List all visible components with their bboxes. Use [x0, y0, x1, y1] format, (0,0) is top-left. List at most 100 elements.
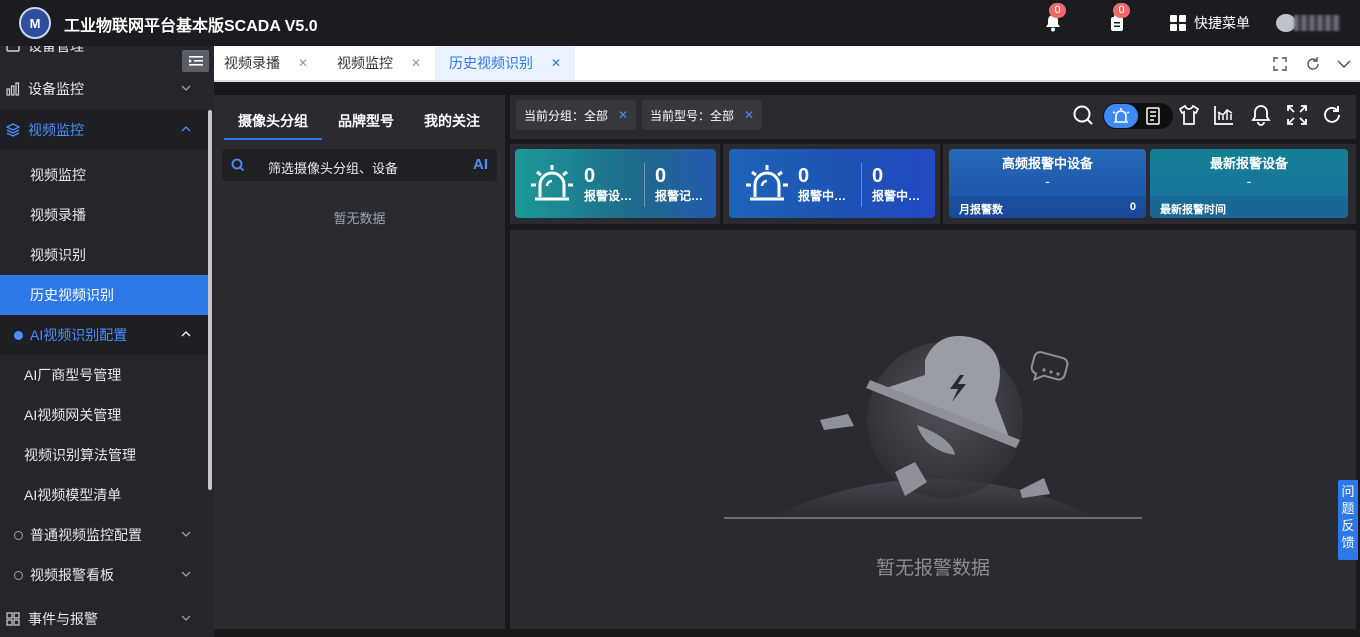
message-badge: 0 [1113, 3, 1130, 18]
alarming-count-2: 0 [872, 165, 884, 187]
tab-video-record[interactable]: 视频录播 ✕ [224, 46, 308, 80]
avatar[interactable] [1276, 14, 1296, 32]
line-chart-icon[interactable] [1213, 104, 1235, 126]
fullscreen-icon[interactable] [1272, 56, 1288, 72]
quick-menu-button[interactable]: 快捷菜单 [1170, 13, 1250, 33]
search-input[interactable]: 筛选摄像头分组、设备 AI [222, 149, 497, 181]
filter-chip-label: 当前型号：全部 [650, 108, 735, 123]
sidebar-item-algorithm[interactable]: 视频识别算法管理 [0, 435, 209, 475]
chevron-down-icon [181, 531, 191, 537]
tab-history-recognition[interactable]: 历史视频识别 ✕ [435, 46, 576, 80]
card-footer: 月报警数 0 [949, 196, 1146, 218]
grid-icon [1170, 15, 1186, 31]
sidebar-item-ai-model-list[interactable]: AI视频模型清单 [0, 475, 209, 515]
chevron-down-icon [181, 571, 191, 577]
sidebar-item-label: AI视频网关管理 [24, 407, 122, 423]
quick-menu-label: 快捷菜单 [1194, 15, 1250, 31]
message-button[interactable]: 0 [1107, 3, 1130, 34]
sidebar-item-history-recognition[interactable]: 历史视频识别 [0, 275, 209, 315]
search-icon[interactable] [1072, 104, 1094, 126]
sidebar-item-device-monitor[interactable]: 设备监控 [0, 69, 209, 109]
view-toggle[interactable] [1103, 103, 1173, 129]
alarming-card: 0 报警中… 0 报警中… [729, 149, 935, 218]
sidebar-item-normal-video-config[interactable]: 普通视频监控配置 [0, 515, 209, 555]
alarm-list-panel: 暂无报警数据 [510, 230, 1356, 629]
notification-bell-button[interactable]: 0 [1043, 3, 1066, 34]
sidebar-item-video-alarm-board[interactable]: 视频报警看板 [0, 555, 209, 595]
bar-chart-icon [6, 82, 20, 96]
tab-camera-group[interactable]: 摄像头分组 [238, 111, 308, 131]
chevron-down-icon[interactable] [1336, 56, 1352, 72]
sidebar-item-event-alarm[interactable]: 事件与报警 [0, 599, 209, 637]
ai-search-button[interactable]: AI [473, 156, 488, 173]
close-icon[interactable]: ✕ [618, 108, 628, 122]
dot-icon [14, 331, 23, 340]
sidebar-item-video-monitor[interactable]: 视频监控 [0, 110, 209, 150]
chevron-down-icon [181, 615, 191, 621]
document-icon[interactable] [1145, 107, 1163, 125]
search-icon [231, 158, 245, 172]
sidebar-item-video-recognition[interactable]: 视频识别 [0, 235, 209, 275]
alarm-view-button[interactable] [1104, 104, 1138, 128]
sidebar-item-label: 视频识别 [30, 247, 86, 263]
tab-label: 视频录播 [224, 55, 280, 71]
sidebar-item-label: 设备管理 [28, 46, 84, 54]
layers-icon [6, 123, 20, 137]
close-icon[interactable]: ✕ [411, 56, 421, 70]
sidebar-item-label: AI视频识别配置 [30, 327, 128, 343]
filter-chip-model[interactable]: 当前型号：全部 ✕ [642, 100, 763, 130]
footer-label: 月报警数 [959, 204, 1003, 216]
tab-video-monitor[interactable]: 视频监控 ✕ [337, 46, 421, 80]
feedback-button[interactable]: 问题反馈 [1338, 480, 1358, 560]
chevron-down-icon [181, 85, 191, 91]
alarm-light-icon [1112, 108, 1130, 123]
latest-alarm-card: 最新报警设备 - 最新报警时间 [1150, 149, 1348, 218]
notification-badge: 0 [1049, 3, 1066, 18]
sidebar-item-label: 设备监控 [28, 81, 84, 97]
card-title: 最新报警设备 [1209, 156, 1288, 171]
dot-icon [14, 531, 23, 540]
close-icon[interactable]: ✕ [298, 56, 308, 70]
bell-icon[interactable] [1250, 104, 1272, 126]
close-icon[interactable]: ✕ [551, 56, 561, 70]
sidebar-item-device-management[interactable]: 设备管理 [0, 46, 209, 66]
empty-alarm-illustration [724, 335, 1142, 519]
device-icon [6, 46, 20, 52]
sidebar-scrollbar[interactable] [208, 110, 212, 490]
divider [861, 163, 862, 207]
expand-icon[interactable] [1286, 104, 1308, 126]
alarm-device-count: 0 [584, 165, 596, 187]
footer-label: 最新报警时间 [1160, 204, 1226, 216]
filter-chip-group[interactable]: 当前分组：全部 ✕ [516, 100, 637, 130]
shirt-icon[interactable] [1178, 104, 1200, 126]
tab-brand-model[interactable]: 品牌型号 [338, 111, 394, 131]
sidebar-item-ai-vendor[interactable]: AI厂商型号管理 [0, 355, 209, 395]
card-footer: 最新报警时间 [1150, 196, 1348, 218]
alarm-device-label: 报警设… [584, 189, 633, 203]
filter-chip-label: 当前分组：全部 [524, 108, 609, 123]
sidebar-item-video-monitor-sub[interactable]: 视频监控 [0, 155, 209, 195]
card-value: - [1246, 173, 1252, 189]
sidebar-item-label: AI视频模型清单 [24, 487, 122, 503]
alarm-light-icon [531, 165, 573, 201]
sidebar-item-label: 视频报警看板 [30, 567, 114, 583]
alarm-device-card: 0 报警设… 0 报警记… [515, 149, 716, 218]
sidebar-item-video-record[interactable]: 视频录播 [0, 195, 209, 235]
camera-tree-panel: 摄像头分组 品牌型号 我的关注 筛选摄像头分组、设备 AI 暂无数据 [214, 95, 505, 629]
refresh-icon[interactable] [1305, 56, 1321, 72]
sidebar-item-ai-config[interactable]: AI视频识别配置 [0, 315, 209, 355]
empty-tree-text: 暂无数据 [333, 211, 386, 226]
alarming-count-1: 0 [798, 165, 810, 187]
tab-label: 历史视频识别 [449, 55, 533, 71]
username-blurred [1294, 15, 1340, 31]
refresh-icon[interactable] [1321, 104, 1343, 126]
sidebar-item-ai-gateway[interactable]: AI视频网关管理 [0, 395, 209, 435]
close-icon[interactable]: ✕ [744, 108, 754, 122]
tab-my-follow[interactable]: 我的关注 [424, 111, 480, 131]
alarm-record-label: 报警记… [655, 189, 704, 203]
alarming-label-2: 报警中… [872, 189, 921, 203]
sidebar-item-label: 历史视频识别 [30, 287, 114, 303]
alarming-label-1: 报警中… [798, 189, 847, 203]
app-logo: M [19, 7, 51, 39]
sidebar-item-label: 视频监控 [28, 122, 84, 138]
